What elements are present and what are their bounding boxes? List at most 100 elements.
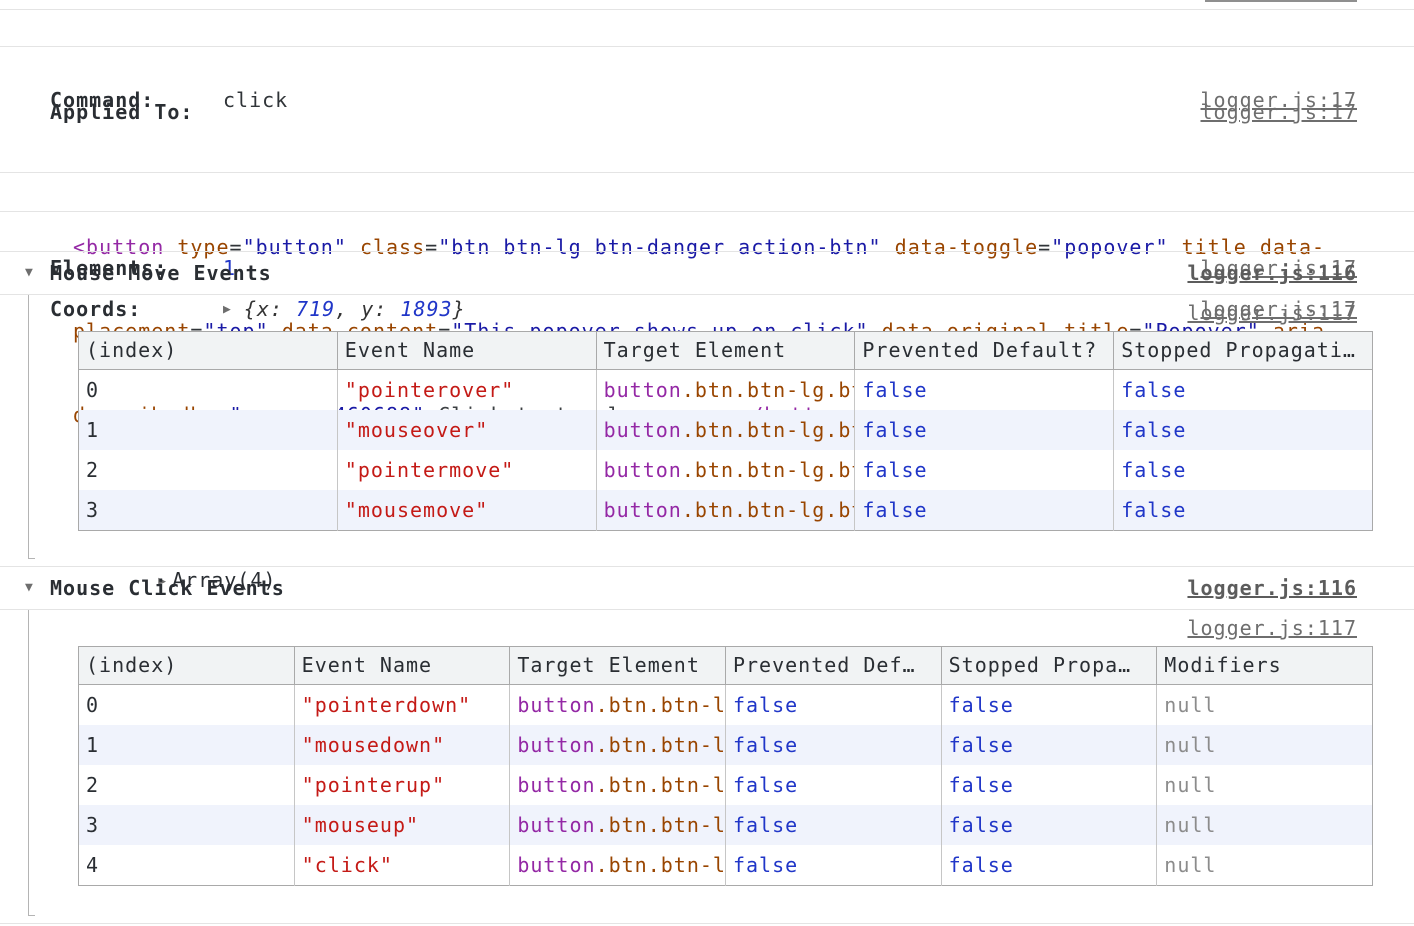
cell-prevented: false (855, 450, 1114, 490)
cell-event: "mousemove" (337, 490, 596, 531)
target-tag-name: button (517, 853, 595, 877)
cell-index: 4 (79, 845, 295, 886)
cell-modifiers: null (1157, 725, 1373, 765)
target-class-list: .btn.btn-lg.btn-danger.action-btn (682, 498, 855, 522)
target-tag-name: button (517, 693, 595, 717)
cell-event: "mouseover" (337, 410, 596, 450)
cell-target[interactable]: button.btn.btn-lg.btn-danger.action-btn (510, 805, 726, 845)
source-link[interactable]: logger.js:17 (1201, 95, 1358, 129)
cell-event: "click" (294, 845, 510, 886)
group-indent-guide (28, 610, 29, 916)
table-row: 3"mouseup"button.btn.btn-lg.btn-danger.a… (79, 805, 1373, 845)
cell-modifiers: null (1157, 765, 1373, 805)
collapse-triangle-icon[interactable]: ▼ (25, 252, 33, 294)
table-row: 2"pointerup"button.btn.btn-lg.btn-danger… (79, 765, 1373, 805)
cell-index: 0 (79, 685, 295, 726)
source-link[interactable]: logger.js:117 (1187, 301, 1357, 325)
table-row: 1"mousedown"button.btn.btn-lg.btn-danger… (79, 725, 1373, 765)
cell-prevented: false (855, 410, 1114, 450)
target-tag-name: button (604, 418, 682, 442)
table-row: 3"mousemove"button.btn.btn-lg.btn-danger… (79, 490, 1373, 531)
target-tag-name: button (517, 813, 595, 837)
cell-target[interactable]: button.btn.btn-lg.btn-danger.action-btn (510, 685, 726, 726)
cell-stopped: false (1114, 370, 1373, 411)
cell-index: 2 (79, 450, 338, 490)
cell-event: "pointermove" (337, 450, 596, 490)
table-header-row: (index)Event NameTarget ElementPrevented… (79, 332, 1373, 370)
array-preview-toggle[interactable]: ▶Array(4) (80, 531, 1414, 564)
cell-target[interactable]: button.btn.btn-lg.btn-danger.action-btn (596, 410, 855, 450)
cell-prevented: false (725, 845, 941, 886)
target-tag-name: button (604, 498, 682, 522)
group-title: Mouse Move Events (50, 252, 272, 294)
column-header[interactable]: Target Element (596, 332, 855, 370)
devtools-console-panel: Command: click logger.js:17 Applied To: … (0, 0, 1414, 926)
cell-prevented: false (855, 490, 1114, 531)
console-message-elements: Elements: 1 logger.js:17 (0, 173, 1414, 212)
target-class-list: .btn.btn-lg.btn-danger.action-btn (682, 378, 855, 402)
table-row: 1"mouseover"button.btn.btn-lg.btn-danger… (79, 410, 1373, 450)
group-content-mouse-click-events: logger.js:117 (index)Event NameTarget El… (0, 610, 1414, 924)
group-content-mouse-move-events: logger.js:117 (index)Event NameTarget El… (0, 295, 1414, 567)
cell-stopped: false (941, 805, 1157, 845)
cell-index: 3 (79, 805, 295, 845)
cell-event: "pointerdown" (294, 685, 510, 726)
column-header[interactable]: Prevented Def… (725, 647, 941, 685)
cell-stopped: false (941, 725, 1157, 765)
column-header[interactable]: Modifiers (1157, 647, 1373, 685)
cell-target[interactable]: button.btn.btn-lg.btn-danger.action-btn (596, 370, 855, 411)
column-header[interactable]: (index) (79, 332, 338, 370)
cell-target[interactable]: button.btn.btn-lg.btn-danger.action-btn (510, 765, 726, 805)
column-header[interactable]: (index) (79, 647, 295, 685)
column-header[interactable]: Prevented Default? (855, 332, 1114, 370)
column-header[interactable]: Target Element (510, 647, 726, 685)
column-header[interactable]: Stopped Propa… (941, 647, 1157, 685)
cell-index: 2 (79, 765, 295, 805)
cell-target[interactable]: button.btn.btn-lg.btn-danger.action-btn (510, 725, 726, 765)
source-link[interactable]: logger.js:117 (1187, 616, 1357, 640)
column-header[interactable]: Event Name (337, 332, 596, 370)
cell-prevented: false (725, 765, 941, 805)
group-header-mouse-move-events[interactable]: ▼ Mouse Move Events logger.js:116 (0, 252, 1414, 295)
cell-stopped: false (941, 685, 1157, 726)
cell-target[interactable]: button.btn.btn-lg.btn-danger.action-btn (596, 450, 855, 490)
column-header[interactable]: Stopped Propagati… (1114, 332, 1373, 370)
applied-to-label: Applied To: (50, 95, 223, 129)
source-link[interactable]: logger.js:116 (1187, 252, 1357, 294)
mouse-move-events-table: (index)Event NameTarget ElementPrevented… (78, 331, 1373, 531)
cell-target[interactable]: button.btn.btn-lg.btn-danger.action-btn (510, 845, 726, 886)
array-preview-toggle[interactable]: ▶Array(5) (80, 886, 1414, 919)
cell-event: "mouseup" (294, 805, 510, 845)
table-row: 0"pointerover"button.btn.btn-lg.btn-dang… (79, 370, 1373, 411)
cell-modifiers: null (1157, 685, 1373, 726)
cutoff-source-link (1205, 0, 1357, 2)
source-link[interactable]: logger.js:116 (1187, 567, 1357, 609)
target-class-list: .btn.btn-lg.btn-danger.action-btn (682, 458, 855, 482)
group-header-mouse-click-events[interactable]: ▼ Mouse Click Events logger.js:116 (0, 567, 1414, 610)
cell-event: "mousedown" (294, 725, 510, 765)
target-class-list: .btn.btn-lg.btn-danger.action-btn (596, 773, 726, 797)
cell-index: 0 (79, 370, 338, 411)
cell-stopped: false (1114, 490, 1373, 531)
target-tag-name: button (604, 378, 682, 402)
column-header[interactable]: Event Name (294, 647, 510, 685)
target-class-list: .btn.btn-lg.btn-danger.action-btn (596, 813, 726, 837)
target-class-list: .btn.btn-lg.btn-danger.action-btn (682, 418, 855, 442)
cell-index: 3 (79, 490, 338, 531)
expand-triangle-icon[interactable]: ▶ (158, 920, 166, 926)
cell-stopped: false (1114, 410, 1373, 450)
console-message-applied-to: Applied To: logger.js:17 <button type="b… (0, 47, 1414, 173)
table-row: 2"pointermove"button.btn.btn-lg.btn-dang… (79, 450, 1373, 490)
console-message-command: Command: click logger.js:17 (0, 10, 1414, 47)
target-class-list: .btn.btn-lg.btn-danger.action-btn (596, 853, 726, 877)
mouse-click-events-table: (index)Event NameTarget ElementPrevented… (78, 646, 1373, 886)
collapse-triangle-icon[interactable]: ▼ (25, 567, 33, 609)
cell-target[interactable]: button.btn.btn-lg.btn-danger.action-btn (596, 490, 855, 531)
cell-modifiers: null (1157, 845, 1373, 886)
cell-stopped: false (941, 845, 1157, 886)
table-row: 0"pointerdown"button.btn.btn-lg.btn-dang… (79, 685, 1373, 726)
cell-index: 1 (79, 725, 295, 765)
cell-index: 1 (79, 410, 338, 450)
cell-prevented: false (725, 805, 941, 845)
target-class-list: .btn.btn-lg.btn-danger.action-btn (596, 733, 726, 757)
